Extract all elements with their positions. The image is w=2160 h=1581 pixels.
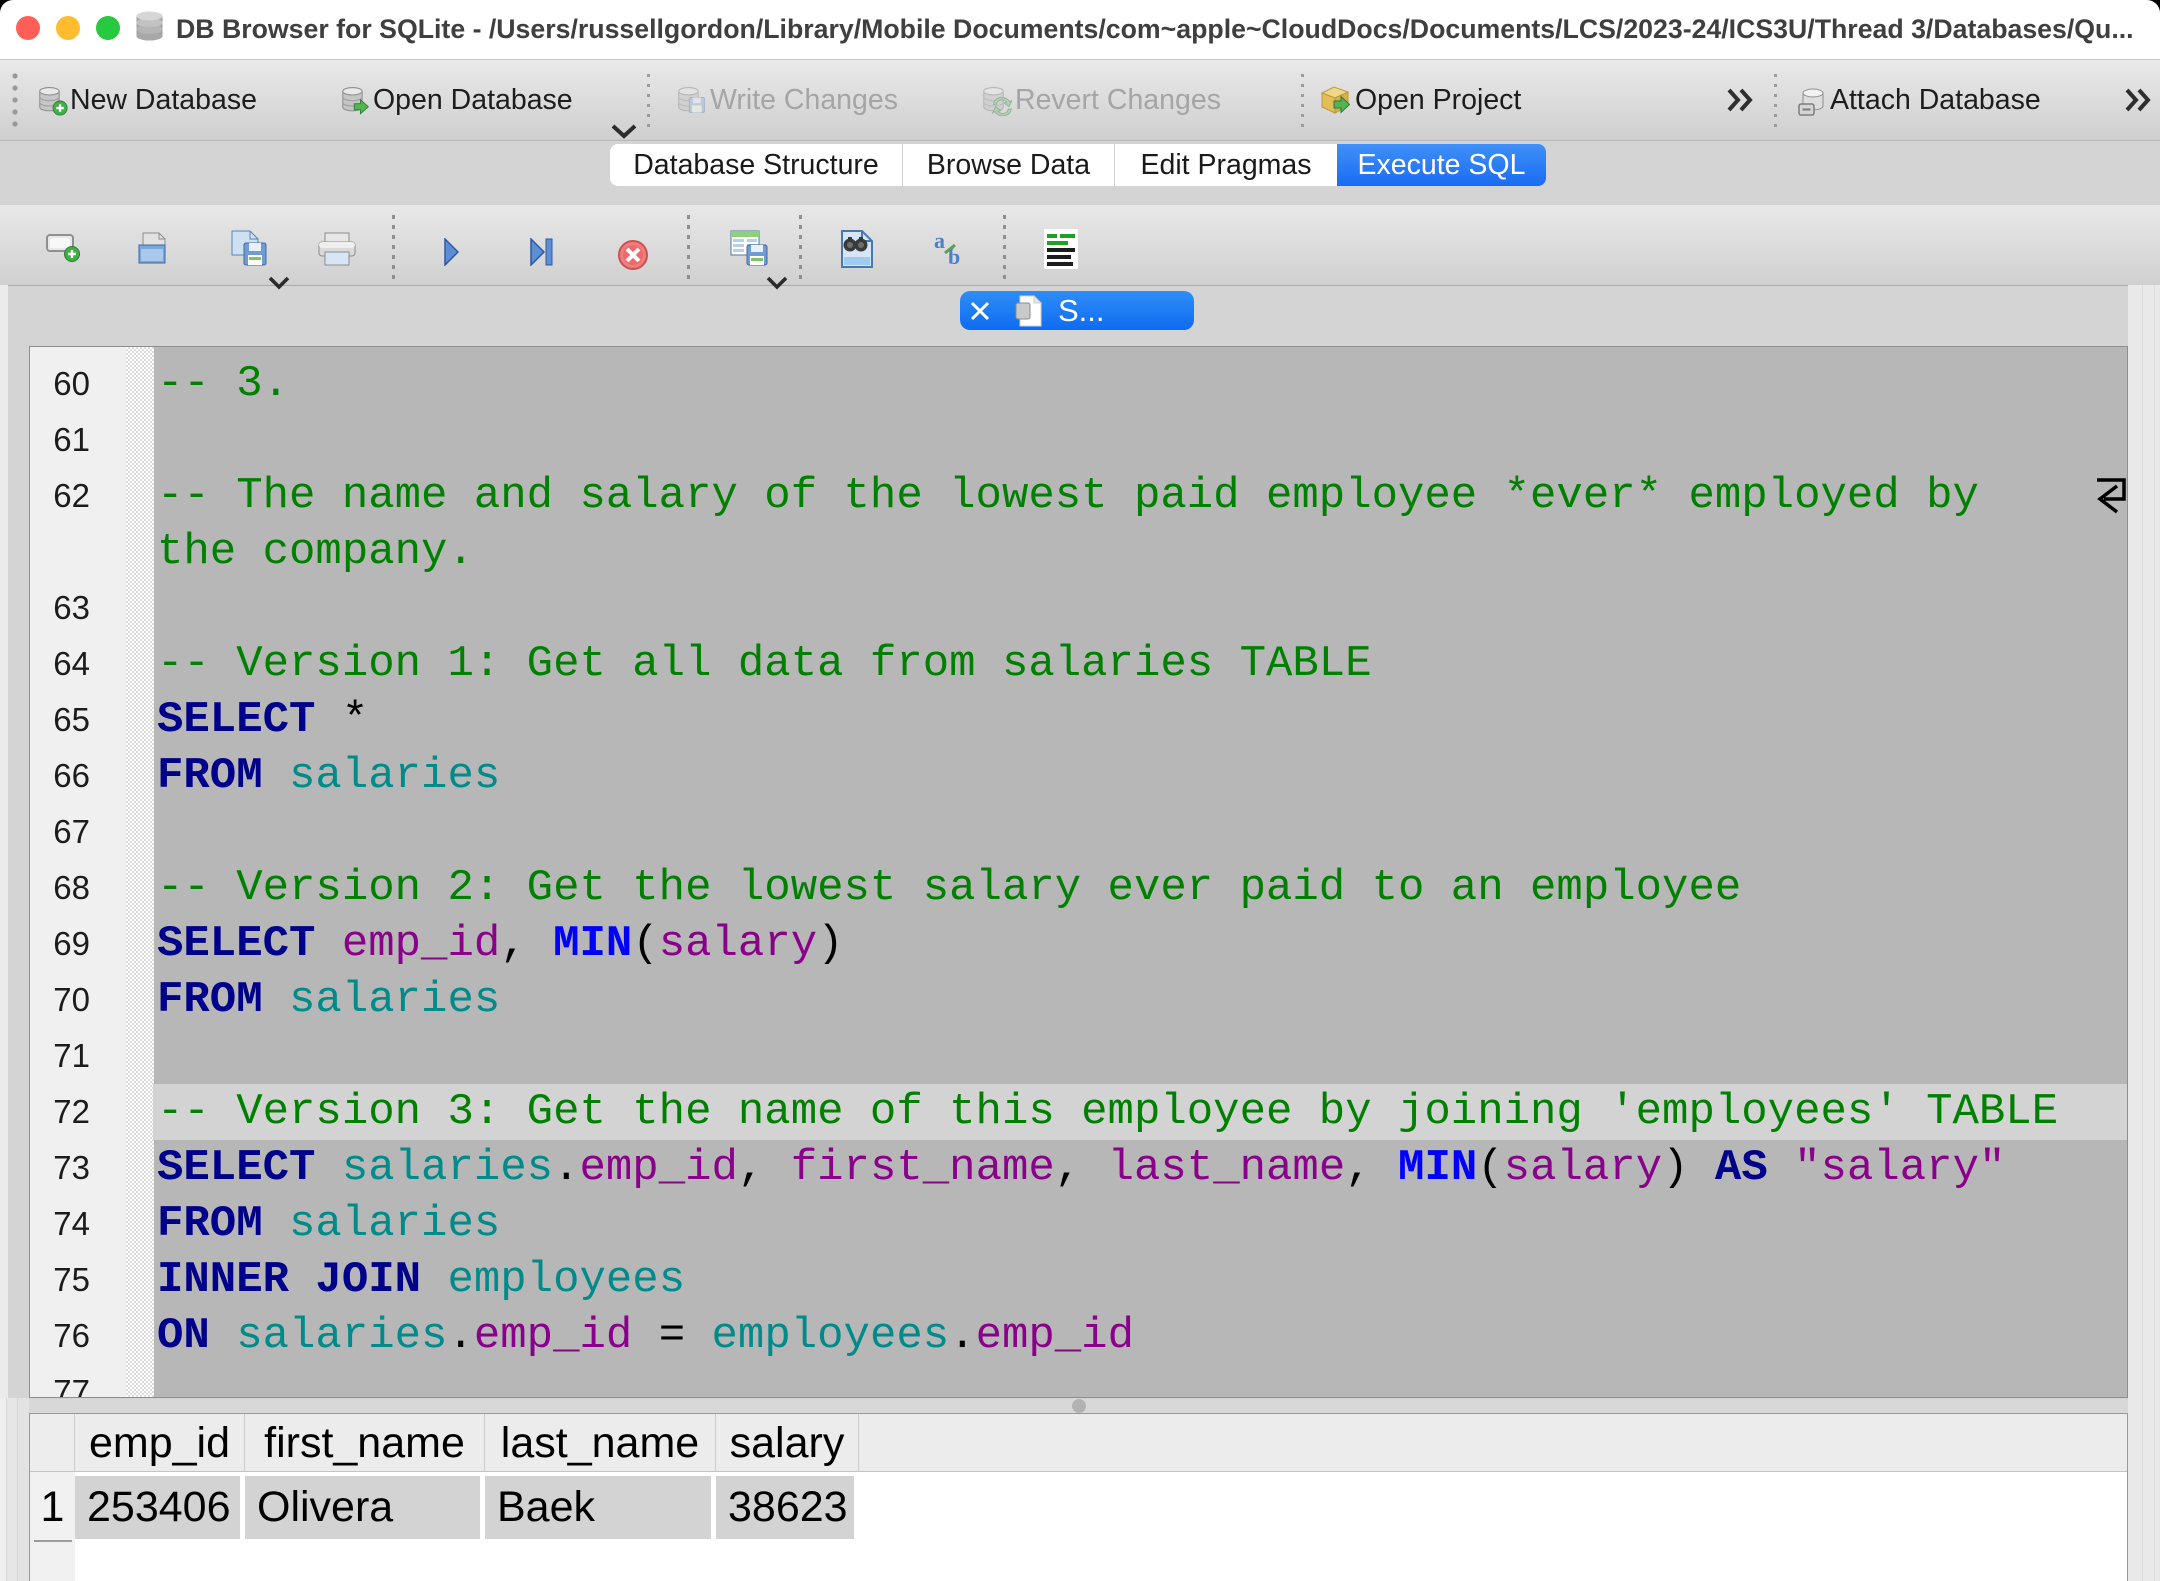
svg-text:a: a: [934, 231, 945, 253]
